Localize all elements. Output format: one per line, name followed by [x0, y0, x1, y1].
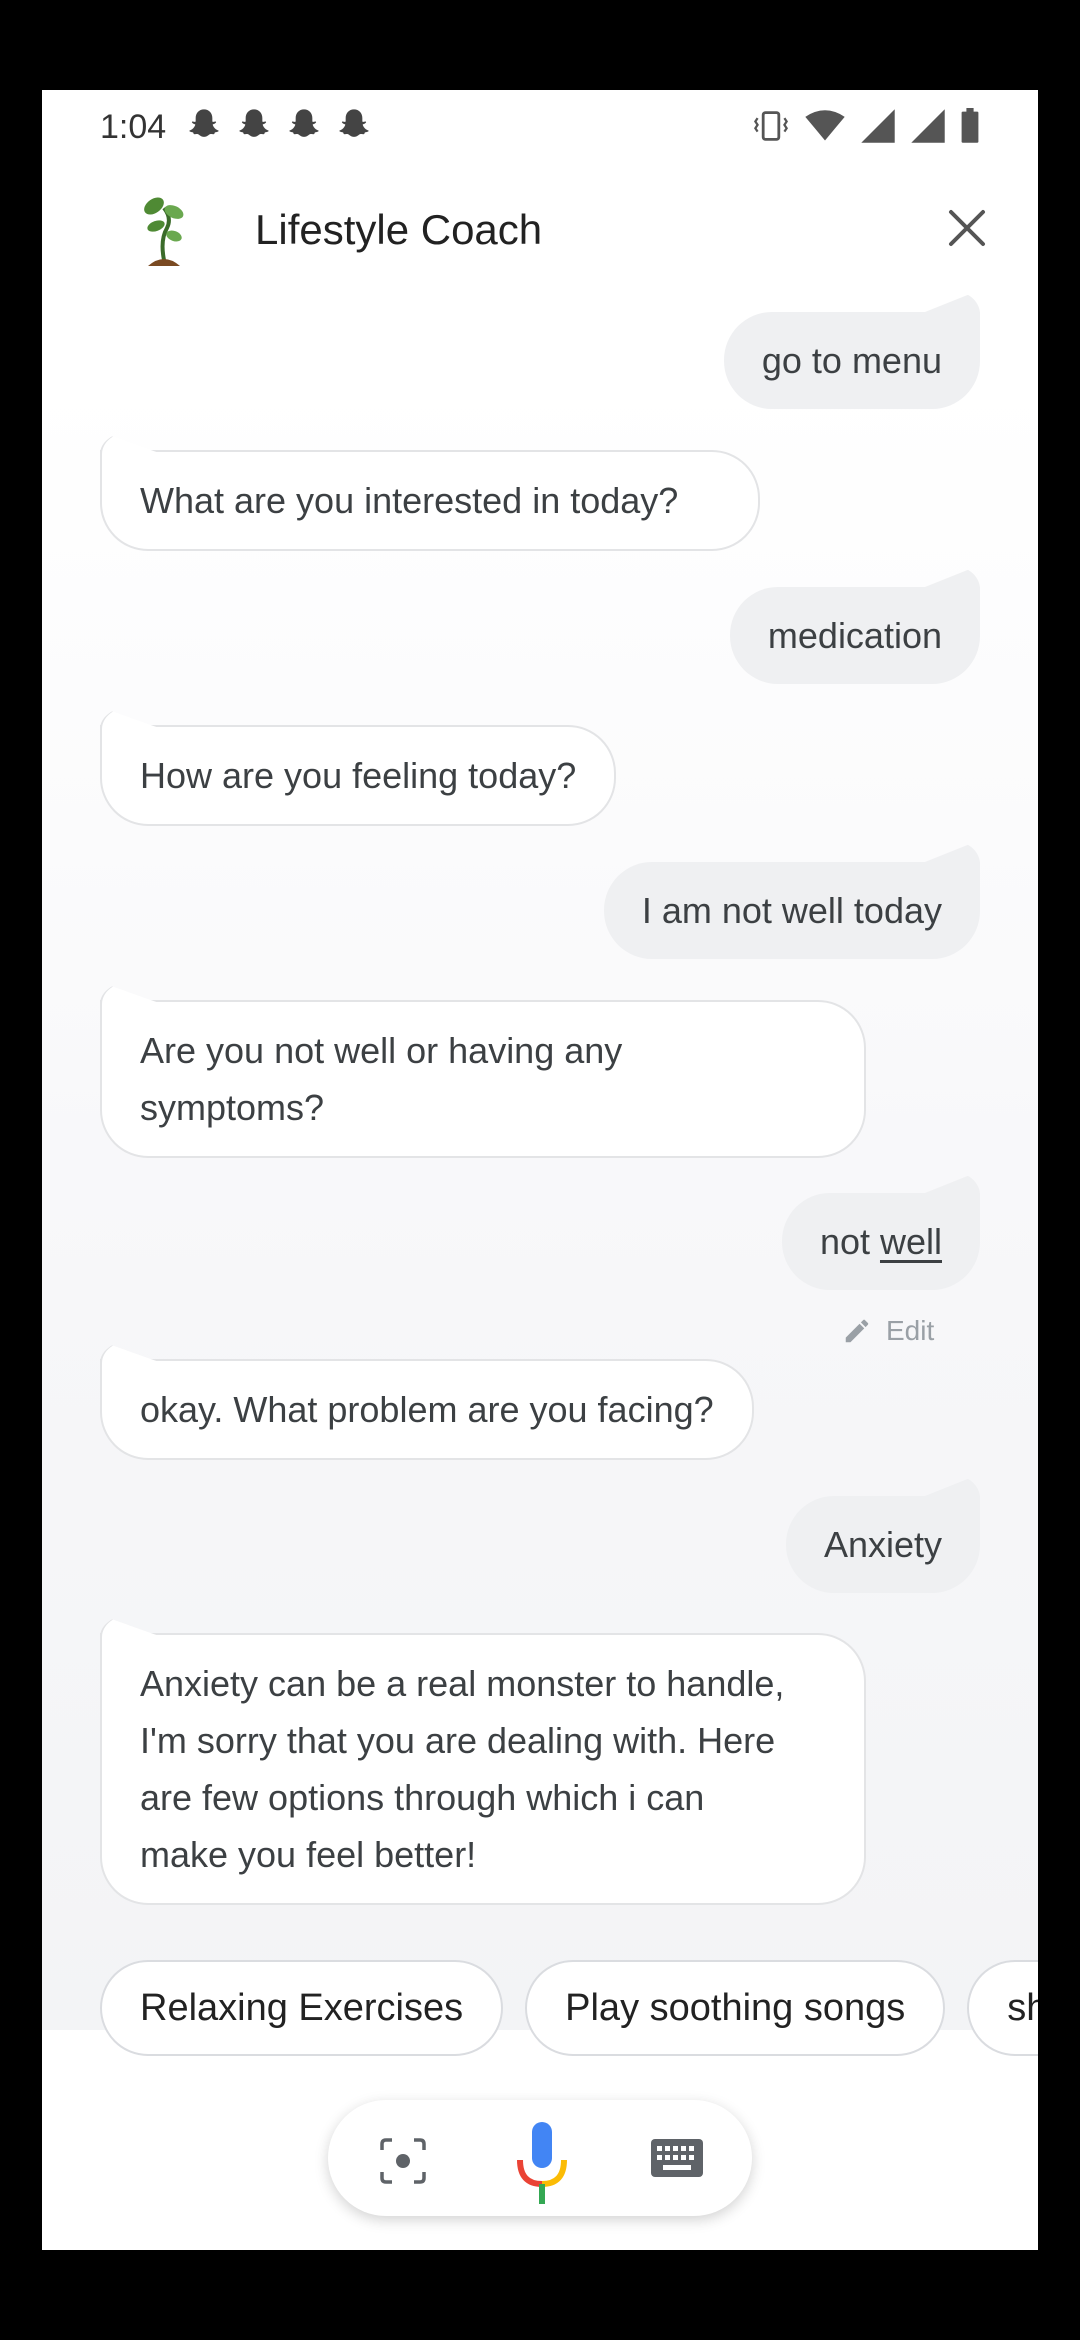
- input-bar: [328, 2100, 752, 2216]
- signal-icon: [861, 109, 895, 143]
- bot-message: okay. What problem are you facing?: [100, 1359, 754, 1460]
- lens-icon[interactable]: [378, 2136, 428, 2186]
- suggestion-chip-relaxing-exercises[interactable]: Relaxing Exercises: [100, 1960, 504, 2056]
- user-message: Anxiety: [785, 1496, 980, 1593]
- bot-message: Are you not well or having any symptoms?: [100, 1000, 866, 1158]
- edit-label: Edit: [886, 1315, 935, 1346]
- status-time: 1:04: [100, 108, 167, 146]
- bot-message: Anxiety can be a real monster to handle,…: [100, 1633, 866, 1905]
- user-message-editable: not well: [781, 1193, 980, 1290]
- snapchat-icon: [289, 109, 319, 137]
- edit-button[interactable]: Edit: [842, 1315, 934, 1347]
- status-bar: 1:04: [42, 90, 1038, 166]
- wifi-icon: [805, 110, 845, 141]
- underlined-word[interactable]: well: [880, 1221, 942, 1262]
- keyboard-icon[interactable]: [650, 2138, 704, 2178]
- bot-message: What are you interested in today?: [100, 450, 760, 551]
- battery-icon: [961, 108, 979, 143]
- snapchat-icon: [339, 109, 369, 137]
- user-message: medication: [729, 587, 980, 684]
- app-header: Lifestyle Coach: [42, 190, 1038, 330]
- notification-icons: [184, 106, 374, 146]
- signal-icon: [911, 109, 945, 143]
- message-text: not: [819, 1221, 880, 1262]
- sprout-plant-icon: [144, 197, 184, 266]
- suggestion-chip-play-soothing-songs[interactable]: Play soothing songs: [525, 1960, 946, 2056]
- user-message: I am not well today: [603, 862, 980, 959]
- snapchat-icon: [189, 109, 219, 137]
- suggestion-chip-partial[interactable]: sh: [967, 1960, 1038, 2056]
- user-message: go to menu: [723, 312, 980, 409]
- pencil-icon: [845, 1319, 869, 1343]
- page-title: Lifestyle Coach: [255, 206, 543, 253]
- microphone-icon[interactable]: [514, 2120, 570, 2206]
- close-icon[interactable]: [937, 198, 997, 258]
- app-screen: 1:04 Lifestyle Coach go to menu What are…: [42, 90, 1038, 2250]
- bot-message: How are you feeling today?: [100, 725, 617, 826]
- system-icons: [752, 108, 980, 144]
- snapchat-icon: [239, 109, 269, 137]
- vibrate-icon: [754, 111, 788, 141]
- suggestion-chips: Relaxing Exercises Play soothing songs s…: [100, 1960, 1038, 2056]
